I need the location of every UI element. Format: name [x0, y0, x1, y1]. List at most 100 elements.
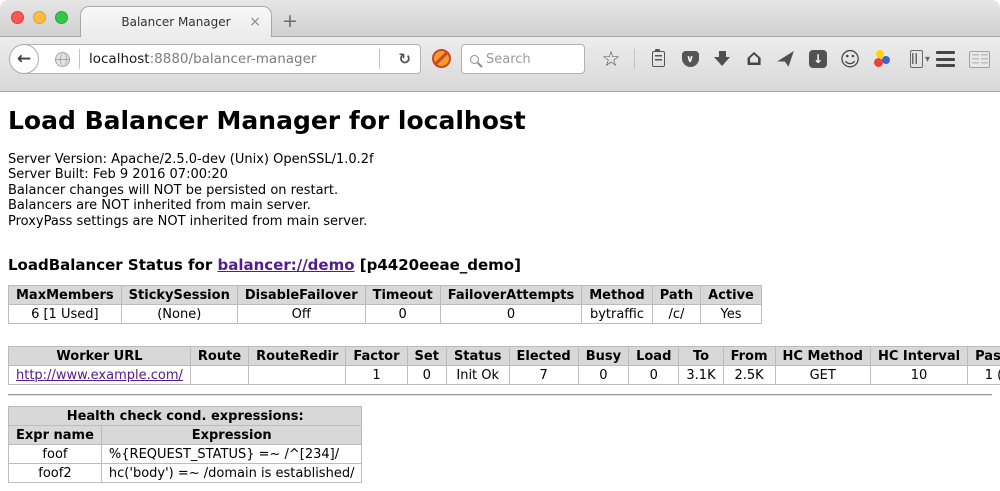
header-cell: Method	[582, 286, 652, 305]
header-cell: HC Method	[775, 347, 870, 366]
table-title-row: Health check cond. expressions:	[9, 407, 362, 426]
heading-suffix: [p4420eeae_demo]	[355, 256, 521, 274]
cell-factor: 1	[346, 366, 407, 385]
header-cell: StickySession	[121, 286, 237, 305]
divider	[634, 49, 635, 69]
header-cell: Set	[407, 347, 446, 366]
titlebar: Balancer Manager × +	[0, 0, 1000, 37]
header-cell: MaxMembers	[9, 286, 122, 305]
pages-grid-icon[interactable]	[969, 51, 990, 68]
table-header-row: Worker URL Route RouteRedir Factor Set S…	[9, 347, 1000, 366]
cell-path: /c/	[652, 305, 700, 324]
url-path: :8880/balancer-manager	[150, 51, 317, 67]
archive-icon	[910, 50, 923, 68]
cell-timeout: 0	[365, 305, 440, 324]
balancer-status-heading: LoadBalancer Status for balancer://demo …	[8, 256, 992, 274]
header-cell: DisableFailover	[237, 286, 365, 305]
archive-addon-button[interactable]: ▾	[904, 47, 936, 71]
tab-title: Balancer Manager	[121, 15, 230, 29]
cell-status: Init Ok	[446, 366, 509, 385]
health-check-table: Health check cond. expressions: Expr nam…	[8, 406, 362, 483]
cell-hc-interval: 10	[870, 366, 967, 385]
header-cell: Factor	[346, 347, 407, 366]
url-text: localhost:8880/balancer-manager	[89, 51, 316, 67]
pocket-button[interactable]: ∨	[680, 47, 700, 71]
emoji-addon-button[interactable]: ☺	[840, 47, 860, 71]
header-cell: Busy	[578, 347, 628, 366]
tab-close-icon[interactable]: ×	[249, 13, 261, 31]
cell-hc-method: GET	[775, 366, 870, 385]
video-download-button[interactable]: ↓	[808, 47, 828, 71]
search-box[interactable]	[461, 44, 585, 74]
paper-plane-icon	[776, 50, 796, 67]
downloads-button[interactable]	[712, 47, 732, 71]
header-cell: Status	[446, 347, 509, 366]
header-cell: FailoverAttempts	[440, 286, 582, 305]
cell-method: bytraffic	[582, 305, 652, 324]
search-icon	[470, 55, 479, 64]
cell-to: 3.1K	[679, 366, 723, 385]
header-cell: Route	[190, 347, 248, 366]
server-info: Server Version: Apache/2.5.0-dev (Unix) …	[8, 152, 992, 229]
cell-busy: 0	[578, 366, 628, 385]
inherit-note-line: Balancers are NOT inherited from main se…	[8, 198, 992, 213]
cell-expression: %{REQUEST_STATUS} =~ /^[234]/	[101, 445, 362, 464]
url-bar[interactable]: localhost:8880/balancer-manager ↻	[24, 44, 421, 74]
content-blocker-icon[interactable]	[432, 49, 451, 68]
send-to-device-button[interactable]	[776, 47, 796, 71]
cell-stickysession: (None)	[121, 305, 237, 324]
extension-dots-button[interactable]	[872, 47, 892, 71]
section-divider	[8, 394, 992, 396]
cell-load: 0	[629, 366, 679, 385]
chevron-down-icon: ▾	[925, 54, 930, 65]
search-input[interactable]	[486, 52, 576, 67]
cell-route	[190, 366, 248, 385]
back-arrow-icon: ←	[17, 51, 31, 68]
heading-prefix: LoadBalancer Status for	[8, 256, 217, 274]
colored-dots-icon	[873, 50, 891, 68]
header-cell: Load	[629, 347, 679, 366]
home-button[interactable]: ⌂	[744, 47, 764, 71]
traffic-lights	[11, 11, 68, 24]
divider	[379, 49, 380, 69]
new-tab-button[interactable]: +	[282, 10, 298, 32]
pocket-icon: ∨	[682, 51, 699, 67]
cell-routeredir	[249, 366, 346, 385]
header-cell: Active	[701, 286, 762, 305]
health-table-title: Health check cond. expressions:	[9, 407, 362, 426]
back-button[interactable]: ←	[9, 44, 39, 74]
server-built-line: Server Built: Feb 9 2016 07:00:20	[8, 167, 992, 182]
reload-button[interactable]: ↻	[398, 50, 411, 68]
minimize-window-button[interactable]	[33, 11, 46, 24]
clipboard-icon	[652, 51, 665, 67]
balancer-demo-link[interactable]: balancer://demo	[217, 256, 354, 274]
cell-active: Yes	[701, 305, 762, 324]
cell-passes: 1 (0)	[968, 366, 1000, 385]
page-title: Load Balancer Manager for localhost	[8, 106, 992, 135]
table-row: 6 [1 Used] (None) Off 0 0 bytraffic /c/ …	[9, 305, 762, 324]
toolbar-right	[936, 44, 990, 74]
cell-maxmembers: 6 [1 Used]	[9, 305, 122, 324]
header-cell: To	[679, 347, 723, 366]
cell-from: 2.5K	[723, 366, 775, 385]
header-cell: HC Interval	[870, 347, 967, 366]
tab-balancer-manager[interactable]: Balancer Manager ×	[80, 6, 272, 37]
menu-button[interactable]	[936, 51, 955, 67]
toolbar-icons: ☆ ∨ ⌂ ↓ ☺ ▾	[601, 44, 936, 74]
persist-note-line: Balancer changes will NOT be persisted o…	[8, 183, 992, 198]
download-arrow-icon	[714, 51, 730, 67]
hamburger-icon	[936, 51, 955, 54]
reading-list-button[interactable]	[648, 47, 668, 71]
zoom-window-button[interactable]	[55, 11, 68, 24]
table-row: http://www.example.com/ 1 0 Init Ok 7 0 …	[9, 366, 1000, 385]
table-header-row: MaxMembers StickySession DisableFailover…	[9, 286, 762, 305]
worker-url-link[interactable]: http://www.example.com/	[16, 368, 183, 383]
header-cell: RouteRedir	[249, 347, 346, 366]
divider	[79, 49, 80, 69]
cell-failoverattempts: 0	[440, 305, 582, 324]
bookmark-star-icon[interactable]: ☆	[601, 47, 621, 71]
header-cell: From	[723, 347, 775, 366]
video-download-icon: ↓	[809, 50, 827, 68]
close-window-button[interactable]	[11, 11, 24, 24]
page-content: Load Balancer Manager for localhost Serv…	[0, 92, 1000, 490]
